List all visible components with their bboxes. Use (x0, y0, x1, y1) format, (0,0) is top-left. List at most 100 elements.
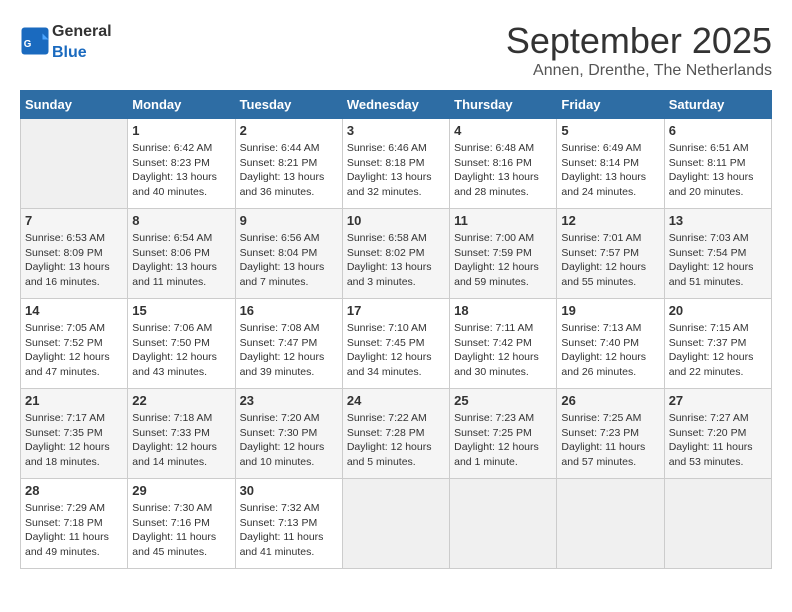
day-number: 18 (454, 303, 552, 318)
calendar-body: 1Sunrise: 6:42 AMSunset: 8:23 PMDaylight… (21, 119, 772, 569)
day-info: Sunrise: 6:56 AMSunset: 8:04 PMDaylight:… (240, 231, 338, 290)
day-info: Sunrise: 7:30 AMSunset: 7:16 PMDaylight:… (132, 501, 230, 560)
day-info: Sunrise: 6:48 AMSunset: 8:16 PMDaylight:… (454, 141, 552, 200)
calendar-week-row: 1Sunrise: 6:42 AMSunset: 8:23 PMDaylight… (21, 119, 772, 209)
day-info: Sunrise: 7:18 AMSunset: 7:33 PMDaylight:… (132, 411, 230, 470)
calendar-week-row: 28 Sunrise: 7:29 AMSunset: 7:18 PMDayligh… (21, 479, 772, 569)
day-header-friday: Friday (557, 91, 664, 119)
calendar-cell: 17 Sunrise: 7:10 AMSunset: 7:45 PMDayligh… (342, 299, 449, 389)
day-number: 4 (454, 123, 552, 138)
calendar-cell: 30 Sunrise: 7:32 AMSunset: 7:13 PMDayligh… (235, 479, 342, 569)
day-info: Sunrise: 7:00 AMSunset: 7:59 PMDaylight:… (454, 231, 552, 290)
calendar-cell (664, 479, 771, 569)
calendar-cell: 6 Sunrise: 6:51 AMSunset: 8:11 PMDaylight… (664, 119, 771, 209)
calendar-cell: 27Sunrise: 7:27 AMSunset: 7:20 PMDayligh… (664, 389, 771, 479)
day-info: Sunrise: 7:23 AMSunset: 7:25 PMDaylight:… (454, 411, 552, 470)
calendar-cell: 5 Sunrise: 6:49 AMSunset: 8:14 PMDaylight… (557, 119, 664, 209)
svg-text:G: G (24, 39, 32, 50)
day-info: Sunrise: 7:20 AMSunset: 7:30 PMDaylight:… (240, 411, 338, 470)
day-info: Sunrise: 7:01 AMSunset: 7:57 PMDaylight:… (561, 231, 659, 290)
day-info: Sunrise: 6:44 AMSunset: 8:21 PMDaylight:… (240, 141, 338, 200)
calendar-cell: 20Sunrise: 7:15 AMSunset: 7:37 PMDayligh… (664, 299, 771, 389)
calendar-cell: 22 Sunrise: 7:18 AMSunset: 7:33 PMDayligh… (128, 389, 235, 479)
day-number: 16 (240, 303, 338, 318)
day-number: 8 (132, 213, 230, 228)
calendar-cell: 25 Sunrise: 7:23 AMSunset: 7:25 PMDayligh… (450, 389, 557, 479)
calendar-cell: 16Sunrise: 7:08 AMSunset: 7:47 PMDayligh… (235, 299, 342, 389)
calendar-table: SundayMondayTuesdayWednesdayThursdayFrid… (20, 90, 772, 569)
day-info: Sunrise: 6:54 AMSunset: 8:06 PMDaylight:… (132, 231, 230, 290)
day-number: 20 (669, 303, 767, 318)
calendar-cell: 7 Sunrise: 6:53 AMSunset: 8:09 PMDaylight… (21, 209, 128, 299)
day-info: Sunrise: 7:05 AMSunset: 7:52 PMDaylight:… (25, 321, 123, 380)
calendar-cell: 15Sunrise: 7:06 AMSunset: 7:50 PMDayligh… (128, 299, 235, 389)
day-info: Sunrise: 7:10 AMSunset: 7:45 PMDaylight:… (347, 321, 445, 380)
title-block: September 2025 Annen, Drenthe, The Nethe… (506, 20, 772, 80)
day-number: 27 (669, 393, 767, 408)
day-number: 15 (132, 303, 230, 318)
day-header-wednesday: Wednesday (342, 91, 449, 119)
calendar-cell (450, 479, 557, 569)
calendar-header-row: SundayMondayTuesdayWednesdayThursdayFrid… (21, 91, 772, 119)
logo-icon: G (20, 26, 50, 56)
day-info: Sunrise: 6:49 AMSunset: 8:14 PMDaylight:… (561, 141, 659, 200)
calendar-cell: 1Sunrise: 6:42 AMSunset: 8:23 PMDaylight… (128, 119, 235, 209)
day-number: 22 (132, 393, 230, 408)
day-info: Sunrise: 6:53 AMSunset: 8:09 PMDaylight:… (25, 231, 123, 290)
day-info: Sunrise: 7:17 AMSunset: 7:35 PMDaylight:… (25, 411, 123, 470)
day-info: Sunrise: 6:58 AMSunset: 8:02 PMDaylight:… (347, 231, 445, 290)
day-info: Sunrise: 7:03 AMSunset: 7:54 PMDaylight:… (669, 231, 767, 290)
day-number: 30 (240, 483, 338, 498)
day-number: 29 (132, 483, 230, 498)
day-number: 12 (561, 213, 659, 228)
calendar-cell (21, 119, 128, 209)
calendar-cell: 23 Sunrise: 7:20 AMSunset: 7:30 PMDayligh… (235, 389, 342, 479)
calendar-cell: 4 Sunrise: 6:48 AMSunset: 8:16 PMDaylight… (450, 119, 557, 209)
day-number: 3 (347, 123, 445, 138)
day-info: Sunrise: 6:51 AMSunset: 8:11 PMDaylight:… (669, 141, 767, 200)
calendar-cell: 11Sunrise: 7:00 AMSunset: 7:59 PMDayligh… (450, 209, 557, 299)
calendar-cell (342, 479, 449, 569)
day-header-monday: Monday (128, 91, 235, 119)
day-number: 26 (561, 393, 659, 408)
calendar-cell: 24 Sunrise: 7:22 AMSunset: 7:28 PMDayligh… (342, 389, 449, 479)
day-info: Sunrise: 7:32 AMSunset: 7:13 PMDaylight:… (240, 501, 338, 560)
calendar-week-row: 7 Sunrise: 6:53 AMSunset: 8:09 PMDaylight… (21, 209, 772, 299)
calendar-cell (557, 479, 664, 569)
calendar-cell: 10 Sunrise: 6:58 AMSunset: 8:02 PMDayligh… (342, 209, 449, 299)
day-number: 7 (25, 213, 123, 228)
calendar-cell: 18 Sunrise: 7:11 AMSunset: 7:42 PMDayligh… (450, 299, 557, 389)
location-subtitle: Annen, Drenthe, The Netherlands (506, 62, 772, 80)
day-number: 6 (669, 123, 767, 138)
day-number: 13 (669, 213, 767, 228)
logo-blue: Blue (52, 44, 87, 61)
calendar-cell: 8 Sunrise: 6:54 AMSunset: 8:06 PMDaylight… (128, 209, 235, 299)
logo-general: General (52, 23, 112, 40)
day-header-tuesday: Tuesday (235, 91, 342, 119)
calendar-cell: 12 Sunrise: 7:01 AMSunset: 7:57 PMDayligh… (557, 209, 664, 299)
calendar-cell: 3 Sunrise: 6:46 AMSunset: 8:18 PMDaylight… (342, 119, 449, 209)
month-title: September 2025 (506, 20, 772, 62)
day-info: Sunrise: 7:25 AMSunset: 7:23 PMDaylight:… (561, 411, 659, 470)
day-number: 10 (347, 213, 445, 228)
day-number: 23 (240, 393, 338, 408)
day-info: Sunrise: 6:46 AMSunset: 8:18 PMDaylight:… (347, 141, 445, 200)
logo: G General Blue (20, 20, 112, 62)
calendar-cell: 28 Sunrise: 7:29 AMSunset: 7:18 PMDayligh… (21, 479, 128, 569)
day-info: Sunrise: 7:22 AMSunset: 7:28 PMDaylight:… (347, 411, 445, 470)
calendar-cell: 21 Sunrise: 7:17 AMSunset: 7:35 PMDayligh… (21, 389, 128, 479)
day-info: Sunrise: 6:42 AMSunset: 8:23 PMDaylight:… (132, 141, 230, 200)
calendar-cell: 29 Sunrise: 7:30 AMSunset: 7:16 PMDayligh… (128, 479, 235, 569)
page-header: G General Blue September 2025 Annen, Dre… (20, 20, 772, 80)
day-number: 24 (347, 393, 445, 408)
day-number: 28 (25, 483, 123, 498)
day-info: Sunrise: 7:29 AMSunset: 7:18 PMDaylight:… (25, 501, 123, 560)
day-number: 25 (454, 393, 552, 408)
day-number: 5 (561, 123, 659, 138)
calendar-cell: 9Sunrise: 6:56 AMSunset: 8:04 PMDaylight… (235, 209, 342, 299)
day-header-thursday: Thursday (450, 91, 557, 119)
day-info: Sunrise: 7:11 AMSunset: 7:42 PMDaylight:… (454, 321, 552, 380)
day-number: 21 (25, 393, 123, 408)
day-number: 17 (347, 303, 445, 318)
calendar-week-row: 14Sunrise: 7:05 AMSunset: 7:52 PMDayligh… (21, 299, 772, 389)
